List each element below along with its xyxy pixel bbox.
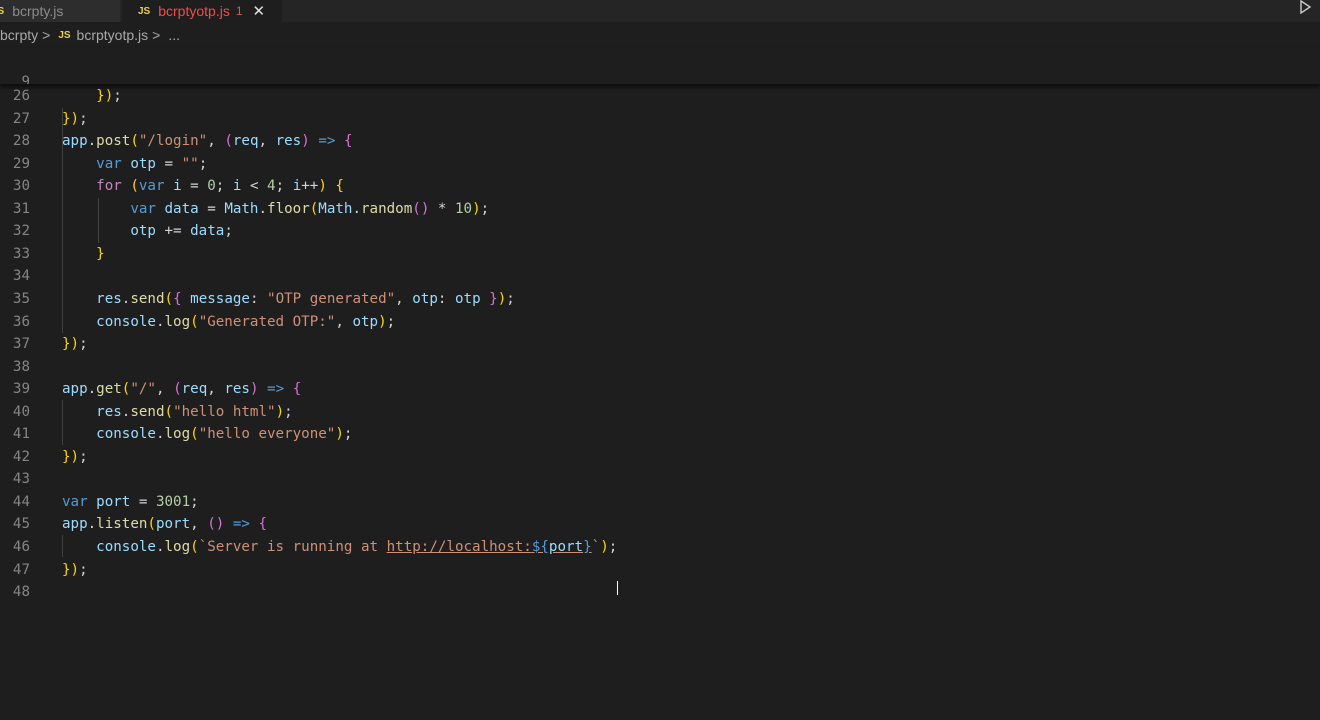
close-icon[interactable]: ✕ — [253, 2, 266, 20]
line-number: 38 — [12, 358, 30, 375]
code-line[interactable]: 33 } — [0, 243, 1320, 265]
js-file-icon: JS — [138, 5, 151, 17]
code-line[interactable]: 26 }); — [0, 85, 1320, 107]
indent-guide — [62, 108, 63, 333]
line-code: otp += data; — [130, 223, 233, 240]
line-number: 48 — [12, 584, 30, 601]
line-number: 31 — [12, 200, 30, 217]
code-line[interactable]: 29 var otp = ""; — [0, 153, 1320, 175]
code-line[interactable]: 35 res.send({ message: "OTP generated", … — [0, 288, 1320, 310]
code-line[interactable]: 37}); — [0, 333, 1320, 355]
tab-bcrptyotp-js[interactable]: JS bcrptyotp.js 1 ✕ — [122, 0, 282, 22]
line-code: app.post("/login", (req, res) => { — [62, 133, 353, 150]
code-line[interactable]: 31 var data = Math.floor(Math.random() *… — [0, 198, 1320, 220]
code-line[interactable]: 44 var port = 3001; — [0, 491, 1320, 513]
line-code: app.listen(port, () => { — [62, 516, 268, 533]
code-line[interactable]: 28 app.post("/login", (req, res) => { — [0, 130, 1320, 152]
problem-count-badge: 1 — [235, 4, 243, 18]
code-line[interactable]: 43 — [0, 468, 1320, 490]
line-number: 41 — [12, 426, 30, 443]
line-number: 42 — [12, 448, 30, 465]
line-number: 43 — [12, 471, 30, 488]
line-code: res.send("hello html"); — [96, 403, 293, 420]
line-number: 30 — [12, 178, 30, 195]
line-code: app.get("/", (req, res) => { — [62, 381, 302, 398]
chevron-right-icon: > — [152, 27, 161, 43]
text-cursor — [617, 581, 618, 595]
tab-label: bcrpty.js — [12, 3, 64, 19]
chevron-right-icon: > — [42, 27, 51, 43]
js-file-icon: JS — [0, 5, 5, 17]
breadcrumb: bcrpty > JS bcrptyotp.js > ... — [0, 24, 1320, 46]
line-code: }); — [62, 561, 88, 578]
line-code: console.log("hello everyone"); — [96, 426, 353, 443]
js-file-icon: JS — [58, 29, 71, 41]
run-icon[interactable] — [1296, 0, 1314, 16]
line-number: 37 — [12, 336, 30, 353]
tab-bcrpty-js[interactable]: JS bcrpty.js — [0, 0, 120, 22]
code-line[interactable]: 27}); — [0, 108, 1320, 130]
line-number: 39 — [12, 381, 30, 398]
tab-label: bcrptyotp.js — [158, 3, 230, 19]
line-number: 47 — [12, 561, 30, 578]
line-code: var otp = ""; — [96, 155, 208, 172]
code-line[interactable]: 48 — [0, 581, 1320, 603]
line-number: 28 — [12, 133, 30, 150]
line-number: 26 — [12, 88, 30, 104]
line-number: 27 — [12, 110, 30, 127]
line-number: 32 — [12, 223, 30, 240]
line-number: 40 — [12, 403, 30, 420]
code-line[interactable]: 42}); — [0, 446, 1320, 468]
line-code: }); — [62, 336, 88, 353]
line-number: 35 — [12, 290, 30, 307]
line-number: 9 — [21, 74, 30, 84]
breadcrumb-file[interactable]: bcrptyotp.js — [77, 27, 149, 43]
line-code: console.log(`Server is running at http:/… — [96, 539, 618, 555]
line-number: 34 — [12, 268, 30, 285]
code-line[interactable]: 38 — [0, 356, 1320, 378]
line-code: }); — [62, 110, 88, 127]
line-code: res.send({ message: "OTP generated", otp… — [96, 290, 515, 307]
line-code: }); — [96, 88, 122, 104]
code-line[interactable]: 34 — [0, 265, 1320, 287]
indent-guide — [62, 535, 63, 557]
code-line[interactable]: 46 console.log(`Server is running at htt… — [0, 536, 1320, 558]
code-line[interactable]: 30 for (var i = 0; i < 4; i++) { — [0, 175, 1320, 197]
line-code: } — [96, 245, 105, 262]
line-code: }); — [62, 448, 88, 465]
line-number: 46 — [12, 539, 30, 555]
indent-guide — [62, 400, 63, 445]
code-line[interactable]: 40 res.send("hello html"); — [0, 401, 1320, 423]
code-line[interactable]: 32 otp += data; — [0, 220, 1320, 242]
line-number: 45 — [12, 516, 30, 533]
line-code: var data = Math.floor(Math.random() * 10… — [130, 200, 490, 217]
code-line[interactable]: 45 app.listen(port, () => { — [0, 513, 1320, 535]
line-number: 36 — [12, 313, 30, 330]
line-number: 44 — [12, 493, 30, 510]
breadcrumb-folder[interactable]: bcrpty — [0, 27, 38, 43]
code-line[interactable]: 47}); — [0, 559, 1320, 581]
line-number: 29 — [12, 155, 30, 172]
code-line-sticky: 9 app.post("/data", (req, res) => { — [0, 49, 1320, 84]
line-code: var port = 3001; — [62, 493, 199, 510]
code-line[interactable]: 39 app.get("/", (req, res) => { — [0, 378, 1320, 400]
code-line[interactable]: 41 console.log("hello everyone"); — [0, 423, 1320, 445]
tab-bar: JS bcrpty.js JS bcrptyotp.js 1 ✕ — [0, 0, 1320, 22]
sticky-scroll-header[interactable]: 12 bcrypt.hash(password, saltRounds, (er… — [0, 48, 1320, 84]
line-code: console.log("Generated OTP:", otp); — [96, 313, 396, 330]
line-number: 33 — [12, 245, 30, 262]
indent-guide — [98, 198, 99, 243]
code-line[interactable]: 36 console.log("Generated OTP:", otp); — [0, 311, 1320, 333]
breadcrumb-more[interactable]: ... — [168, 27, 180, 43]
line-code: for (var i = 0; i < 4; i++) { — [96, 178, 344, 195]
code-editor[interactable]: 26 }); 27}); 28 app.post("/login", (req, re… — [0, 48, 1320, 720]
